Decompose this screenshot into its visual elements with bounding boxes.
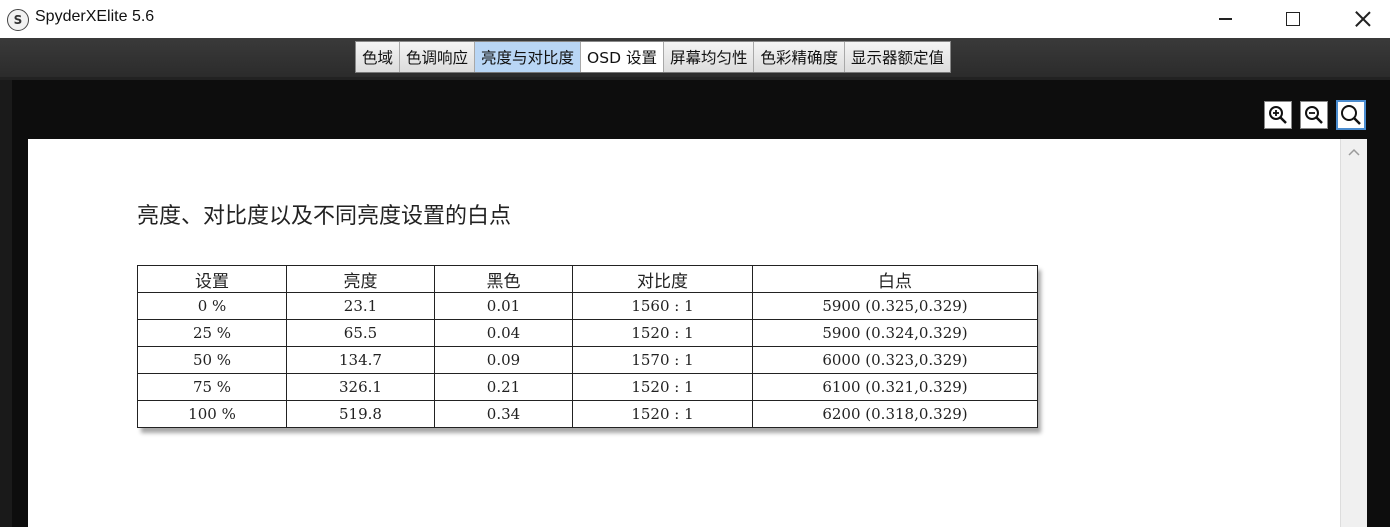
cell-contrast: 1570 : 1 — [572, 346, 753, 374]
cell-contrast: 1520 : 1 — [572, 373, 753, 401]
report-title: 亮度、对比度以及不同亮度设置的白点 — [137, 204, 512, 229]
scroll-up-arrow-icon[interactable] — [1347, 147, 1361, 157]
header-black: 黑色 — [434, 265, 573, 293]
zoom-fit-icon — [1341, 105, 1361, 125]
minimize-button[interactable] — [1202, 0, 1248, 38]
header-white-point: 白点 — [752, 265, 1038, 293]
cell-white-point: 5900 (0.324,0.329) — [752, 319, 1038, 347]
header-contrast: 对比度 — [572, 265, 753, 293]
cell-setting: 50 % — [137, 346, 287, 374]
zoom-in-button[interactable] — [1264, 101, 1292, 129]
cell-black: 0.34 — [434, 400, 573, 428]
zoom-fit-button[interactable] — [1336, 100, 1366, 130]
cell-black: 0.21 — [434, 373, 573, 401]
cell-brightness: 326.1 — [286, 373, 435, 401]
table-row: 50 % 134.7 0.09 1570 : 1 6000 (0.323,0.3… — [137, 346, 1038, 374]
cell-black: 0.01 — [434, 292, 573, 320]
cell-contrast: 1520 : 1 — [572, 400, 753, 428]
title-bar: S SpyderXElite 5.6 — [0, 0, 1390, 38]
table-header-row: 设置 亮度 黑色 对比度 白点 — [137, 265, 1038, 293]
cell-brightness: 519.8 — [286, 400, 435, 428]
vertical-scrollbar[interactable] — [1340, 139, 1367, 527]
cell-contrast: 1560 : 1 — [572, 292, 753, 320]
table-row: 100 % 519.8 0.34 1520 : 1 6200 (0.318,0.… — [137, 400, 1038, 428]
cell-white-point: 5900 (0.325,0.329) — [752, 292, 1038, 320]
header-brightness: 亮度 — [286, 265, 435, 293]
cell-contrast: 1520 : 1 — [572, 319, 753, 347]
table-row: 75 % 326.1 0.21 1520 : 1 6100 (0.321,0.3… — [137, 373, 1038, 401]
cell-white-point: 6100 (0.321,0.329) — [752, 373, 1038, 401]
brightness-table-container: 设置 亮度 黑色 对比度 白点 0 % 23.1 0.01 1560 : 1 5… — [137, 265, 1038, 428]
zoom-out-icon — [1305, 106, 1323, 124]
app-logo-icon: S — [7, 9, 29, 31]
cell-white-point: 6200 (0.318,0.329) — [752, 400, 1038, 428]
tab-color-accuracy[interactable]: 色彩精确度 — [754, 42, 845, 72]
header-setting: 设置 — [137, 265, 287, 293]
table-row: 25 % 65.5 0.04 1520 : 1 5900 (0.324,0.32… — [137, 319, 1038, 347]
cell-brightness: 134.7 — [286, 346, 435, 374]
cell-setting: 0 % — [137, 292, 287, 320]
cell-brightness: 65.5 — [286, 319, 435, 347]
workspace-right-edge — [1367, 139, 1390, 527]
tab-screen-uniformity[interactable]: 屏幕均匀性 — [663, 42, 755, 72]
table-row: 0 % 23.1 0.01 1560 : 1 5900 (0.325,0.329… — [137, 292, 1038, 320]
tab-color-gamut[interactable]: 色域 — [356, 42, 401, 72]
close-icon — [1355, 11, 1371, 27]
cell-setting: 100 % — [137, 400, 287, 428]
zoom-out-button[interactable] — [1300, 101, 1328, 129]
cell-white-point: 6000 (0.323,0.329) — [752, 346, 1038, 374]
cell-black: 0.04 — [434, 319, 573, 347]
zoom-in-icon — [1269, 106, 1287, 124]
brightness-contrast-table: 设置 亮度 黑色 对比度 白点 0 % 23.1 0.01 1560 : 1 5… — [137, 265, 1038, 428]
cell-setting: 75 % — [137, 373, 287, 401]
minimize-icon — [1218, 18, 1232, 20]
tab-brightness-contrast[interactable]: 亮度与对比度 — [475, 42, 582, 72]
cell-brightness: 23.1 — [286, 292, 435, 320]
maximize-button[interactable] — [1270, 0, 1316, 38]
cell-setting: 25 % — [137, 319, 287, 347]
report-tabs: 色域 色调响应 亮度与对比度 OSD 设置 屏幕均匀性 色彩精确度 显示器额定值 — [355, 41, 951, 73]
maximize-icon — [1286, 12, 1300, 26]
window-title: SpyderXElite 5.6 — [35, 8, 155, 25]
cell-black: 0.09 — [434, 346, 573, 374]
tab-tone-response[interactable]: 色调响应 — [400, 42, 476, 72]
tab-display-rating[interactable]: 显示器额定值 — [844, 42, 950, 72]
close-button[interactable] — [1340, 0, 1386, 38]
tab-osd-settings[interactable]: OSD 设置 — [581, 42, 664, 72]
